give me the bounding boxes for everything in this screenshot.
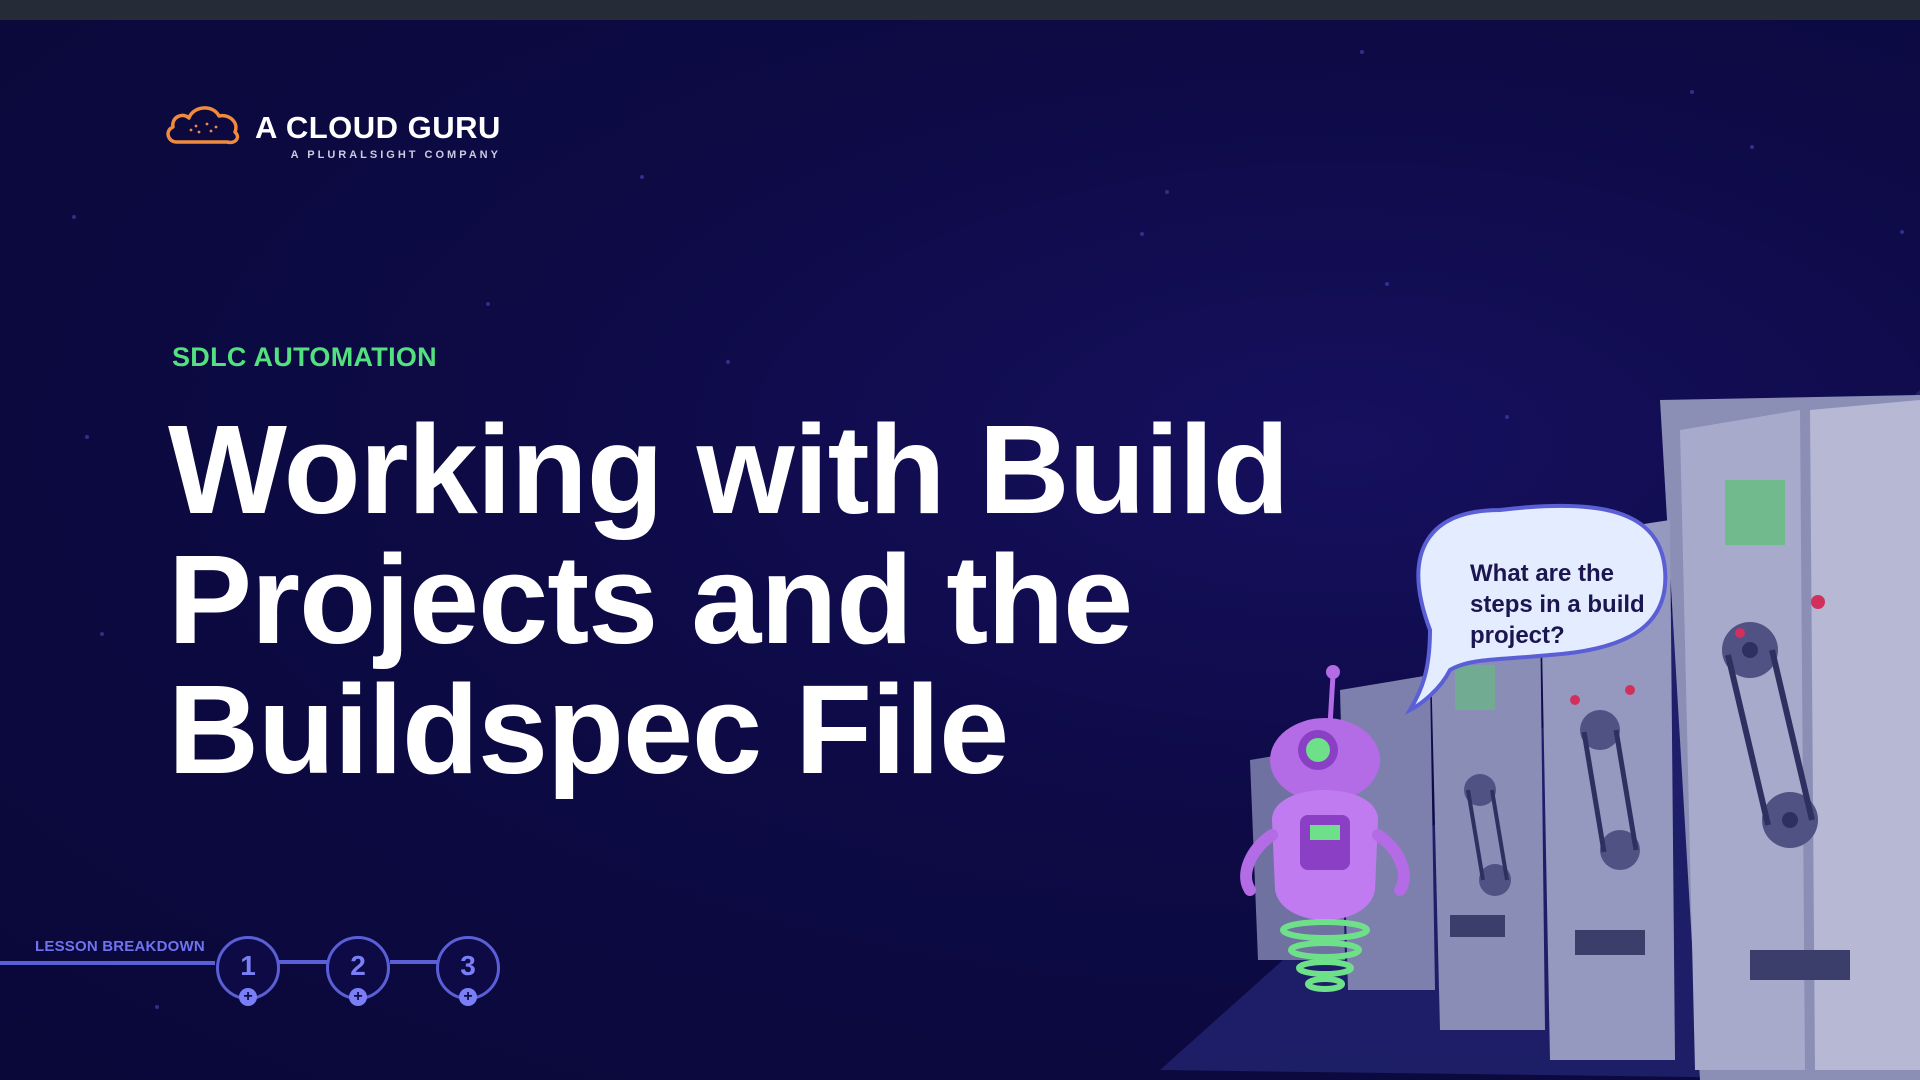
step-connector bbox=[390, 960, 438, 964]
lesson-breakdown-label: LESSON BREAKDOWN bbox=[35, 938, 205, 955]
step-number: 3 bbox=[460, 950, 476, 981]
star-icon bbox=[726, 360, 730, 364]
star-icon bbox=[1360, 50, 1364, 54]
star-icon bbox=[640, 175, 644, 179]
star-icon bbox=[100, 632, 104, 636]
server-rack-icon bbox=[1160, 390, 1920, 1080]
brand-logo: A CLOUD GURU A PLURALSIGHT COMPANY bbox=[163, 100, 501, 161]
step-connector bbox=[278, 960, 328, 964]
robot-server-illustration bbox=[1160, 390, 1920, 1080]
star-icon bbox=[1165, 190, 1169, 194]
course-category: SDLC AUTOMATION bbox=[172, 342, 437, 372]
plus-icon[interactable]: + bbox=[349, 988, 367, 1006]
star-icon bbox=[1690, 90, 1694, 94]
lesson-step-3[interactable]: 3 + bbox=[436, 936, 500, 1006]
top-bar bbox=[0, 0, 1920, 20]
plus-icon[interactable]: + bbox=[239, 988, 257, 1006]
star-icon bbox=[1140, 232, 1144, 236]
brand-tagline: A PLURALSIGHT COMPANY bbox=[290, 149, 501, 161]
star-icon bbox=[155, 1005, 159, 1009]
lesson-step-1[interactable]: 1 + bbox=[216, 936, 280, 1006]
step-number: 1 bbox=[240, 950, 256, 981]
lesson-step-2[interactable]: 2 + bbox=[326, 936, 390, 1006]
star-icon bbox=[72, 215, 76, 219]
brand-name: A CLOUD GURU bbox=[255, 110, 501, 145]
step-number: 2 bbox=[350, 950, 366, 981]
star-icon bbox=[85, 435, 89, 439]
star-icon bbox=[1385, 282, 1389, 286]
plus-icon[interactable]: + bbox=[459, 988, 477, 1006]
speech-bubble-text: What are the steps in a build project? bbox=[1470, 560, 1645, 649]
star-icon bbox=[1750, 145, 1754, 149]
star-icon bbox=[1900, 230, 1904, 234]
lesson-breakdown-line bbox=[0, 961, 215, 965]
star-icon bbox=[486, 302, 490, 306]
cloud-logo-icon bbox=[166, 106, 240, 145]
